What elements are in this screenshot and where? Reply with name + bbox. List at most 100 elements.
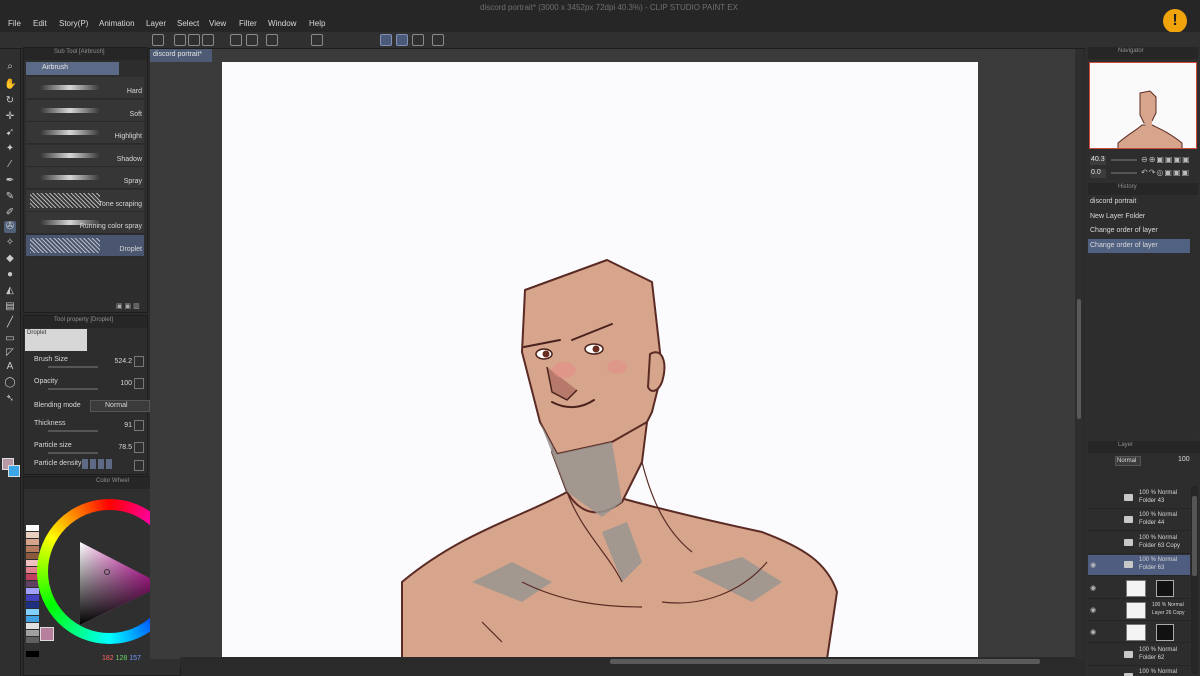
layer-row[interactable]: 100 % Normal Folder 43 [1088,488,1190,509]
opacity-control[interactable]: Opacity 100 [34,378,144,396]
particle-size-slider[interactable] [48,452,98,454]
magic-wand-icon[interactable]: ✦ [4,143,16,155]
menu-filter[interactable]: Filter [239,19,257,28]
decoration-icon[interactable]: ✧ [4,237,16,249]
figure-icon[interactable]: ╱ [4,317,16,329]
redo-icon[interactable] [246,34,258,46]
layer-scrollbar[interactable] [1191,486,1198,674]
subtool-panel-header[interactable]: Sub Tool [Airbrush] [24,48,147,60]
menu-file[interactable]: File [8,19,21,28]
palette-swatch[interactable] [26,637,39,643]
balloon-icon[interactable]: ◯ [4,377,16,389]
text-icon[interactable]: A [4,361,16,373]
eraser-icon[interactable]: ◆ [4,253,16,265]
frame-icon[interactable]: ▭ [4,333,16,345]
save-icon[interactable] [202,34,214,46]
particle-size-control[interactable]: Particle size 78.5 [34,442,144,460]
new-file-icon[interactable] [174,34,186,46]
palette-swatch[interactable] [26,539,39,545]
snap-grid-icon[interactable] [412,34,424,46]
visibility-eye-icon[interactable]: ◉ [1090,561,1096,569]
hand-icon[interactable]: ✋ [4,79,16,91]
palette-swatch[interactable] [26,553,39,559]
layer-row[interactable]: 100 % Normal Folder 63 Copy [1088,533,1190,554]
palette-swatch[interactable] [26,630,39,636]
palette-swatch[interactable] [26,546,39,552]
palette-swatch[interactable] [26,595,39,601]
particle-density-expand-button[interactable] [134,460,144,471]
particle-density-step[interactable] [106,459,112,469]
brush-size-slider[interactable] [48,366,98,368]
brush-item[interactable]: Soft [26,99,144,122]
palette-swatch[interactable] [26,588,39,594]
brush-size-dynamics-button[interactable] [134,356,144,367]
visibility-eye-icon[interactable]: ◉ [1090,584,1096,592]
open-file-icon[interactable] [188,34,200,46]
navigator-header[interactable]: Navigator [1088,47,1198,59]
history-item[interactable]: discord portrait [1088,195,1190,209]
drawing-canvas[interactable] [222,62,978,659]
pencil-icon[interactable]: ✎ [4,191,16,203]
menu-layer[interactable]: Layer [146,19,166,28]
pen-icon[interactable]: ✒ [4,175,16,187]
warning-notification-icon[interactable]: ! [1163,9,1187,33]
palette-swatch[interactable] [26,623,39,629]
airbrush-icon[interactable]: ✇ [4,221,16,233]
snap-ruler-icon[interactable] [380,34,392,46]
ruler-icon[interactable]: ◸ [4,347,16,359]
menu-icon[interactable] [152,34,164,46]
fill-icon[interactable]: ◭ [4,285,16,297]
palette-swatch[interactable] [26,616,39,622]
blending-mode-select[interactable]: Normal [90,400,150,412]
transform-icon[interactable] [311,34,323,46]
gradient-icon[interactable]: ▤ [4,301,16,313]
document-tab[interactable]: discord portrait* [150,49,212,62]
brush-item[interactable]: Hard [26,77,144,99]
rotation-value[interactable]: 0.0 [1090,169,1106,178]
palette-swatch[interactable] [26,525,39,531]
history-item[interactable]: Change order of layer [1088,238,1190,253]
blending-mode-control[interactable]: Blending mode Normal [34,400,150,420]
particle-size-dynamics-button[interactable] [134,442,144,453]
brush-item[interactable]: Droplet [26,234,144,257]
zoom-buttons[interactable]: ⊖⊕▣▣▣▣ [1141,155,1191,164]
thickness-dynamics-button[interactable] [134,420,144,431]
thickness-control[interactable]: Thickness 91 [34,420,144,438]
thickness-slider[interactable] [48,430,98,432]
eyedropper-icon[interactable]: ⁄ [4,159,16,171]
zoom-slider[interactable] [1111,159,1137,161]
vertical-scrollbar[interactable] [1075,49,1083,659]
horizontal-scroll-thumb[interactable] [610,659,1040,664]
tool-property-header[interactable]: Tool property [Droplet] [24,316,147,328]
layer-row[interactable]: ◉ [1088,578,1190,599]
blend-icon[interactable]: ● [4,269,16,281]
particle-density-step[interactable] [82,459,88,469]
current-color-swatch[interactable] [40,627,54,641]
history-header[interactable]: History [1088,183,1198,195]
brush-item[interactable]: Spray [26,167,144,189]
palette-swatch[interactable] [26,651,39,657]
rotation-buttons[interactable]: ↶↷◎▣▣▣ [1141,168,1190,177]
particle-density-step[interactable] [90,459,96,469]
menu-window[interactable]: Window [268,19,296,28]
opacity-slider[interactable] [48,388,98,390]
visibility-eye-icon[interactable]: ◉ [1090,606,1096,614]
rotate-icon[interactable]: ↻ [4,95,16,107]
menu-help[interactable]: Help [309,19,325,28]
palette-swatch[interactable] [26,602,39,608]
layer-row[interactable]: 100 % Normal Folder 44 [1088,510,1190,532]
operation-icon[interactable]: ➹ [4,127,16,139]
menu-view[interactable]: View [209,19,226,28]
layer-row[interactable]: ◉ [1088,622,1190,644]
rotation-control[interactable]: 0.0 ↶↷◎▣▣▣ [1089,168,1197,179]
palette-swatch[interactable] [26,609,39,615]
layer-row[interactable]: ◉ 100 % Normal Folder 63 [1088,555,1190,577]
layer-opacity-value[interactable]: 100 [1178,456,1190,463]
subtool-footer-icons[interactable]: ▣ ▣ ▥ [116,302,146,310]
assets-icon[interactable] [432,34,444,46]
subtool-group-tab[interactable]: Airbrush [26,62,119,75]
snap-special-ruler-icon[interactable] [396,34,408,46]
layer-row[interactable]: 100 % NormalFolder 58 [1088,667,1190,676]
menu-edit[interactable]: Edit [33,19,47,28]
menu-storyp[interactable]: Story(P) [59,19,88,28]
